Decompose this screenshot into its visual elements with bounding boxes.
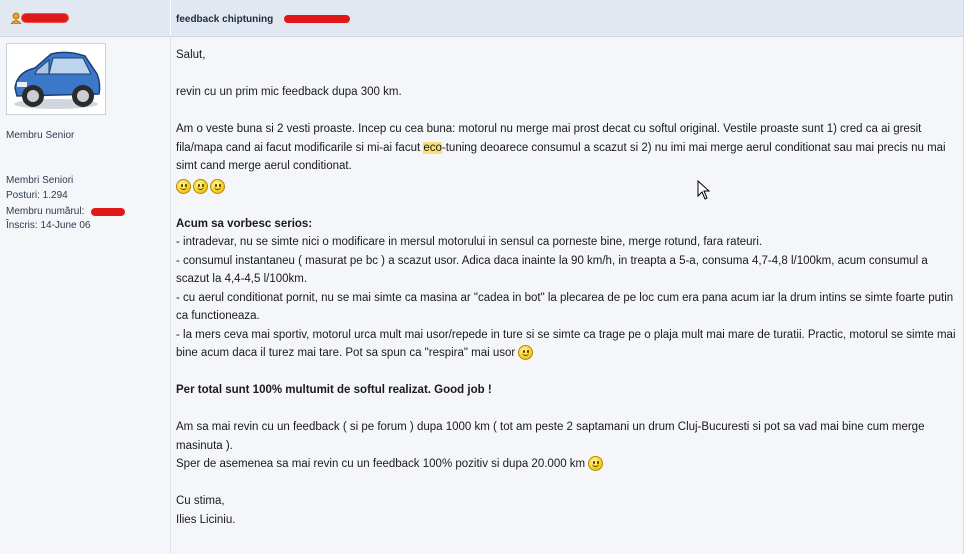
redacted-member-number <box>91 208 125 216</box>
forum-post: feedback chiptuning Membru Senior Membri… <box>0 0 964 554</box>
post-header: feedback chiptuning <box>0 0 963 37</box>
user-icon[interactable] <box>10 12 22 24</box>
later-line-2-text: Sper de asemenea sa mai revin cu un feed… <box>176 458 586 470</box>
greeting: Salut, <box>176 49 206 61</box>
later-line-2: Sper de asemenea sa mai revin cu un feed… <box>176 455 956 474</box>
header-divider <box>170 0 171 36</box>
serious-point-2: - consumul instantaneu ( masurat pe bc )… <box>176 254 928 286</box>
user-joined: Înscris: 14-June 06 <box>6 220 91 231</box>
redacted-title-part <box>284 15 350 23</box>
closing: Cu stima, <box>176 495 225 507</box>
serious-point-4-text: - la mers ceva mai sportiv, motorul urca… <box>176 328 956 360</box>
post-body: Salut, revin cu un prim mic feedback dup… <box>176 46 956 529</box>
intro-line: revin cu un prim mic feedback dupa 300 k… <box>176 86 402 98</box>
signature: Ilies Liciniu. <box>176 513 236 526</box>
total-statement: Per total sunt 100% multumit de softul r… <box>176 384 492 396</box>
smiley-row <box>176 178 956 197</box>
smiley-icon <box>518 345 534 361</box>
member-number-label: Membru numărul: <box>6 206 85 217</box>
user-rank: Membru Senior <box>6 130 75 141</box>
smiley-icon <box>588 456 604 472</box>
avatar[interactable] <box>6 43 106 115</box>
cursor-icon <box>697 180 711 200</box>
serious-heading: Acum sa vorbesc serios: <box>176 217 313 230</box>
news-paragraph: Am o veste buna si 2 vesti proaste. Ince… <box>176 120 956 176</box>
redacted-username[interactable] <box>22 14 68 22</box>
post-title[interactable]: feedback chiptuning <box>176 14 273 25</box>
user-posts: Posturi: 1.294 <box>6 190 68 201</box>
serious-point-4: - la mers ceva mai sportiv, motorul urca… <box>176 326 956 363</box>
serious-point-1: - intradevar, nu se simte nici o modific… <box>176 236 763 248</box>
smiley-icon <box>210 178 225 194</box>
later-line-1: Am sa mai revin cu un feedback ( si pe f… <box>176 421 925 452</box>
smiley-icon <box>176 178 191 194</box>
user-group: Membri Seniori <box>6 175 74 186</box>
smiley-icon <box>193 178 208 194</box>
serious-point-3: - cu aerul conditionat pornit, nu se mai… <box>176 291 954 323</box>
highlighted-word: eco <box>423 141 442 154</box>
